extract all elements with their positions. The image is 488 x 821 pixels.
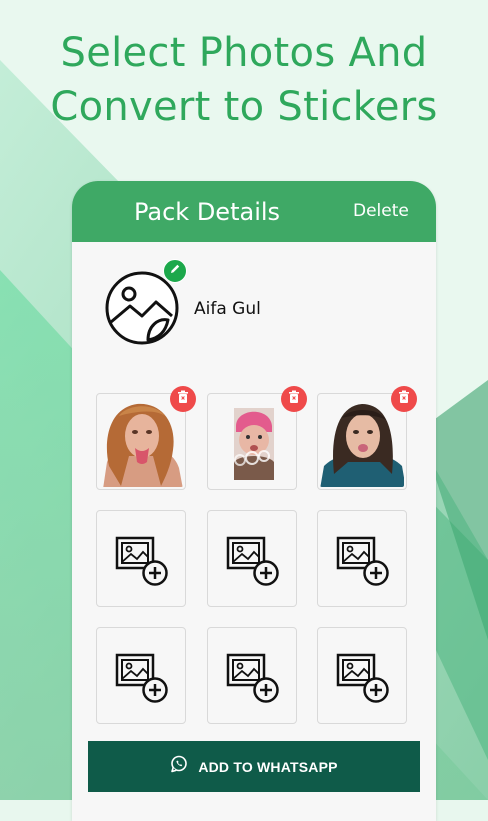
add-sticker-slot[interactable] bbox=[96, 510, 186, 607]
remove-sticker-button[interactable] bbox=[281, 386, 307, 412]
add-sticker-slot[interactable] bbox=[207, 510, 297, 607]
sticker-image-child bbox=[210, 396, 294, 487]
pencil-icon bbox=[169, 262, 181, 280]
headline: Select Photos And Convert to Stickers bbox=[0, 26, 488, 134]
phone-screen: Pack Details Delete Aifa Gul ADD TO WHAT… bbox=[72, 181, 436, 821]
edit-pack-button[interactable] bbox=[163, 259, 187, 283]
remove-sticker-button[interactable] bbox=[391, 386, 417, 412]
headline-line-1: Select Photos And bbox=[60, 30, 428, 76]
add-sticker-slot[interactable] bbox=[96, 627, 186, 724]
sticker-image-woman bbox=[99, 396, 183, 487]
trash-icon bbox=[288, 390, 300, 409]
page-title: Pack Details bbox=[134, 198, 281, 226]
add-image-icon bbox=[114, 535, 170, 594]
add-sticker-slot[interactable] bbox=[207, 627, 297, 724]
add-sticker-slot[interactable] bbox=[317, 627, 407, 724]
trash-icon bbox=[398, 390, 410, 409]
add-to-whatsapp-label: ADD TO WHATSAPP bbox=[198, 758, 338, 775]
add-image-icon bbox=[335, 535, 391, 594]
whatsapp-icon bbox=[170, 755, 188, 778]
add-image-icon bbox=[225, 535, 281, 594]
headline-line-2: Convert to Stickers bbox=[50, 84, 438, 130]
add-image-icon bbox=[114, 652, 170, 711]
add-image-icon bbox=[335, 652, 391, 711]
pack-name: Aifa Gul bbox=[194, 299, 261, 319]
add-to-whatsapp-button[interactable]: ADD TO WHATSAPP bbox=[88, 741, 420, 792]
trash-icon bbox=[177, 390, 189, 409]
remove-sticker-button[interactable] bbox=[170, 386, 196, 412]
app-bar: Pack Details Delete bbox=[72, 181, 436, 242]
add-sticker-slot[interactable] bbox=[317, 510, 407, 607]
delete-button[interactable]: Delete bbox=[353, 201, 409, 221]
add-image-icon bbox=[225, 652, 281, 711]
sticker-image-girl bbox=[320, 396, 404, 487]
